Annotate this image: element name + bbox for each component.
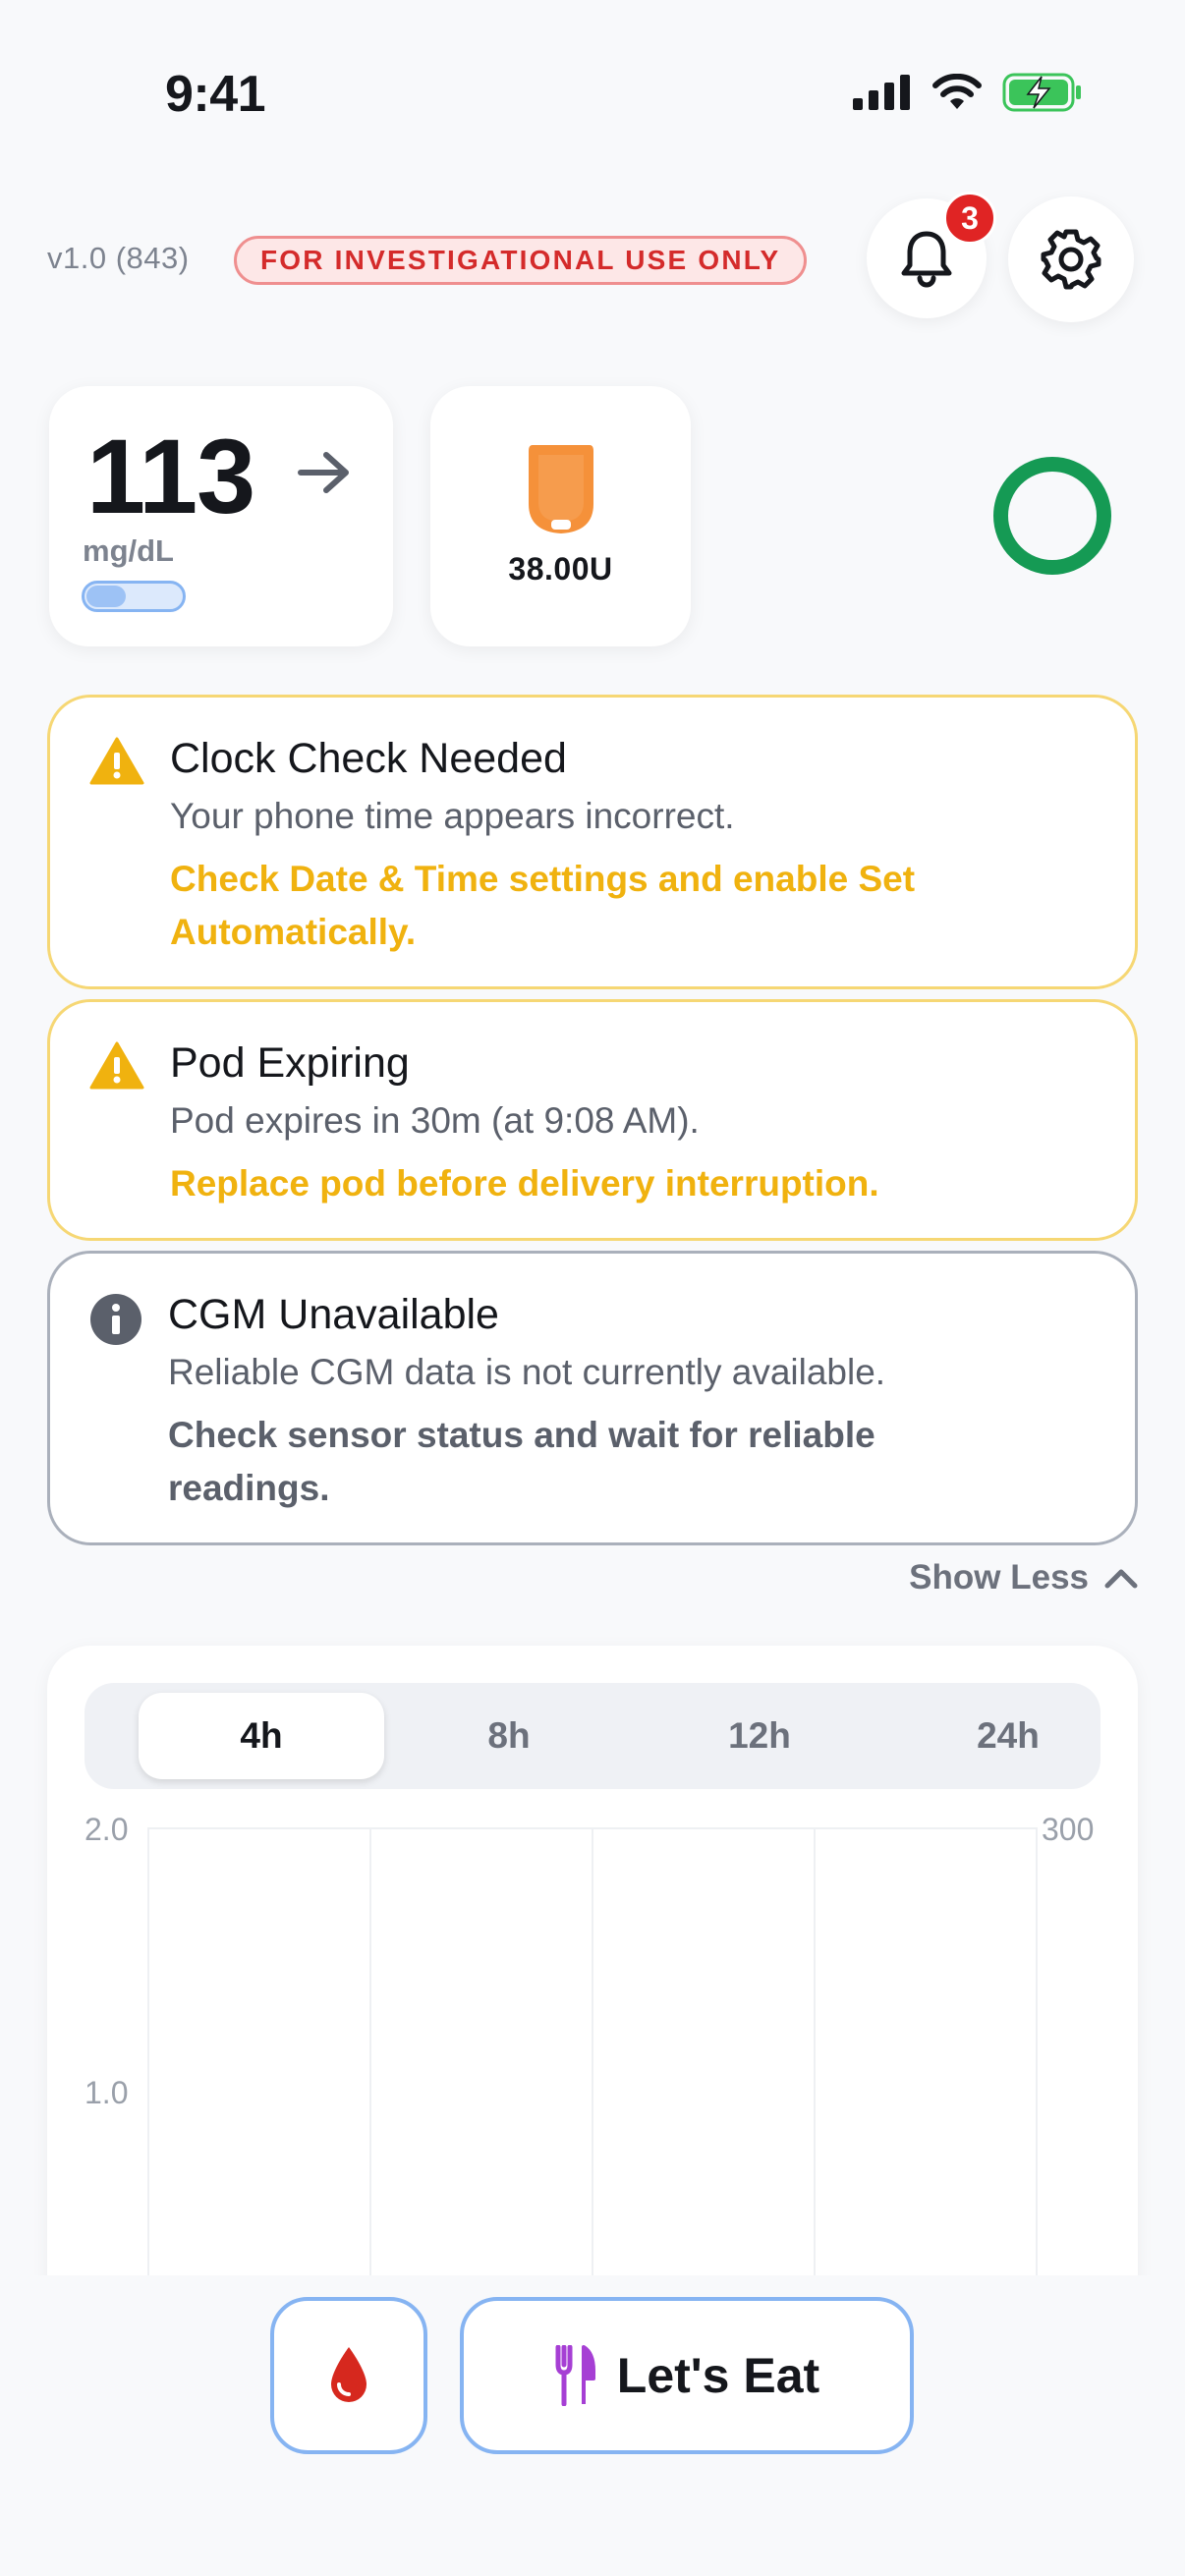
gear-icon <box>1041 229 1101 290</box>
pod-tile[interactable]: 38.00U <box>430 386 691 646</box>
glucose-value: 113 <box>86 417 255 535</box>
show-less-label: Show Less <box>909 1558 1089 1596</box>
notification-count-badge: 3 <box>943 192 996 245</box>
alert-action: Check sensor status and wait for reliabl… <box>168 1415 875 1508</box>
glucose-unit: mg/dL <box>83 533 174 568</box>
pod-icon <box>529 445 593 533</box>
alert-action: Replace pod before delivery interruption… <box>170 1163 879 1204</box>
loop-status-indicator[interactable] <box>993 457 1111 575</box>
info-icon <box>90 1294 141 1345</box>
alert-body: Pod expires in 30m (at 9:08 AM). <box>170 1100 700 1141</box>
right-axis-tick: 300 <box>1042 1812 1094 1847</box>
alert-title: CGM Unavailable <box>168 1291 499 1338</box>
alert-action: Check Date & Time settings and enable Se… <box>170 859 916 952</box>
battery-charging-icon <box>1002 73 1081 112</box>
bell-icon <box>901 231 952 288</box>
alert-title: Pod Expiring <box>170 1039 410 1087</box>
alert-cgm-unavailable[interactable]: CGM Unavailable Reliable CGM data is not… <box>47 1251 1138 1545</box>
alert-body: Your phone time appears incorrect. <box>170 796 735 836</box>
blood-glucose-button[interactable] <box>270 2297 427 2454</box>
status-icons <box>853 73 1083 112</box>
status-bar: 9:41 <box>0 0 1185 138</box>
status-time: 9:41 <box>165 66 266 123</box>
alert-clock-check[interactable]: Clock Check Needed Your phone time appea… <box>47 695 1138 989</box>
alert-pod-expiring[interactable]: Pod Expiring Pod expires in 30m (at 9:08… <box>47 999 1138 1241</box>
cellular-signal-icon <box>853 75 910 110</box>
app-version: v1.0 (843) <box>47 241 190 275</box>
warning-icon <box>89 737 144 785</box>
time-range-selector: 4h 8h 12h 24h <box>85 1683 1100 1789</box>
cgm-signal-indicator <box>82 581 186 612</box>
chevron-up-icon <box>1104 1569 1138 1589</box>
alert-body: Reliable CGM data is not currently avail… <box>168 1352 886 1392</box>
lets-eat-label: Let's Eat <box>616 2348 820 2403</box>
range-12h[interactable]: 12h <box>637 1693 882 1779</box>
alert-title: Clock Check Needed <box>170 735 567 782</box>
range-8h[interactable]: 8h <box>386 1693 632 1779</box>
blood-drop-icon <box>331 2347 367 2402</box>
settings-button[interactable] <box>1008 196 1134 322</box>
trend-arrow-right-icon <box>298 452 349 493</box>
lets-eat-button[interactable]: Let's Eat <box>460 2297 914 2454</box>
range-24h[interactable]: 24h <box>885 1693 1131 1779</box>
fork-knife-icon <box>555 2345 595 2406</box>
glucose-tile[interactable]: 113 mg/dL <box>49 386 393 646</box>
wifi-icon <box>932 74 982 109</box>
show-less-toggle[interactable]: Show Less <box>909 1558 1138 1597</box>
investigational-use-badge: FOR INVESTIGATIONAL USE ONLY <box>234 236 808 285</box>
left-axis-tick: 1.0 <box>85 2075 128 2110</box>
pod-insulin-units: 38.00U <box>508 551 613 587</box>
range-4h[interactable]: 4h <box>139 1693 384 1779</box>
left-axis-tick: 2.0 <box>85 1812 128 1847</box>
warning-icon <box>89 1041 144 1090</box>
cgm-signal-level <box>86 586 126 607</box>
